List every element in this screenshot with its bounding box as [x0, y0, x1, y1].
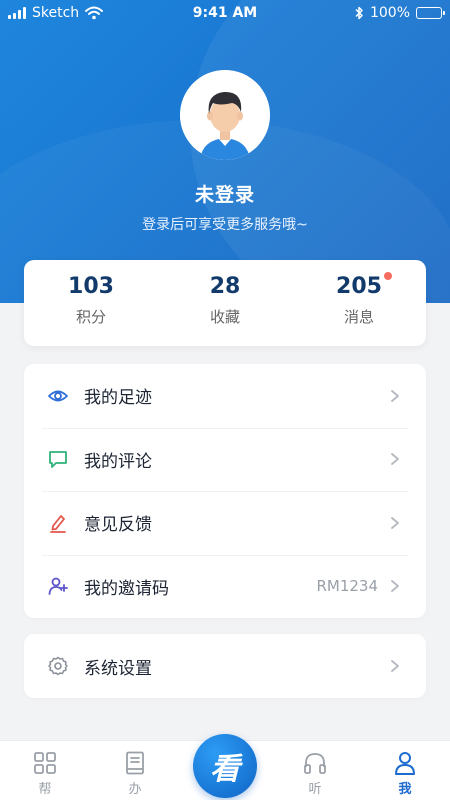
user-icon [395, 752, 415, 775]
avatar[interactable] [180, 70, 270, 160]
pencil-icon [46, 511, 70, 535]
center-logo-icon: 看 [210, 752, 240, 787]
user-avatar-icon [180, 70, 270, 160]
menu-item-settings[interactable]: 系统设置 [24, 634, 426, 698]
stat-label: 收藏 [209, 308, 240, 326]
menu-item-label: 我的评论 [84, 451, 152, 472]
stat-value: 28 [209, 274, 241, 299]
settings-card: 系统设置 [24, 634, 426, 698]
tab-help[interactable]: 帮 [0, 741, 90, 800]
chevron-right-icon [391, 453, 399, 466]
grid-icon [34, 752, 56, 774]
bluetooth-icon [355, 6, 363, 20]
center-logo-button[interactable]: 看 [193, 734, 257, 798]
comment-icon [46, 447, 70, 471]
chevron-right-icon [391, 389, 399, 402]
user-name[interactable]: 未登录 [0, 180, 450, 207]
chevron-right-icon [391, 660, 399, 672]
menu-item-label: 我的邀请码 [84, 578, 169, 599]
stat-messages[interactable]: 205 消息 [292, 260, 426, 346]
gear-icon [46, 654, 70, 678]
headphones-icon [304, 753, 326, 774]
stat-label: 消息 [343, 308, 374, 326]
battery-percent: 100% [369, 5, 410, 21]
menu-item-label: 系统设置 [84, 658, 152, 679]
stat-value: 205 [336, 274, 382, 299]
menu-item-label: 意见反馈 [84, 515, 152, 536]
add-user-icon [46, 574, 70, 598]
login-hint: 登录后可享受更多服务哦~ [142, 217, 308, 233]
stat-value: 103 [68, 274, 114, 299]
menu-card: 我的足迹 我的评论 意见反馈 我的邀请码 RM1234 [24, 364, 426, 618]
book-icon [126, 751, 144, 775]
status-time: 9:41 AM [192, 5, 258, 21]
chevron-right-icon [391, 516, 399, 529]
tab-label: 帮 [38, 782, 52, 797]
stat-points[interactable]: 103 积分 [24, 260, 158, 346]
menu-item-footprint[interactable]: 我的足迹 [24, 364, 426, 428]
tab-handle[interactable]: 办 [90, 741, 180, 800]
tab-me[interactable]: 我 [360, 741, 450, 800]
menu-item-invite-code[interactable]: 我的邀请码 RM1234 [24, 554, 426, 619]
invite-code-value: RM1234 [316, 577, 378, 596]
menu-item-label: 我的足迹 [84, 388, 152, 409]
stats-card: 103 积分 28 收藏 205 消息 [24, 260, 426, 346]
chevron-right-icon [391, 580, 399, 593]
carrier-label: Sketch [32, 5, 80, 21]
tab-label: 我 [398, 782, 412, 797]
unread-badge [383, 272, 392, 280]
stat-label: 积分 [75, 308, 106, 326]
battery-icon [416, 7, 445, 19]
status-bar: Sketch 9:41 AM 100% [0, 0, 450, 26]
stat-favorites[interactable]: 28 收藏 [158, 260, 292, 346]
menu-item-comments[interactable]: 我的评论 [24, 427, 426, 492]
eye-icon [46, 384, 70, 408]
signal-icon [8, 7, 26, 19]
wifi-icon [85, 6, 104, 20]
tab-label: 办 [128, 782, 142, 797]
tab-listen[interactable]: 听 [270, 741, 360, 800]
tab-label: 听 [308, 782, 322, 797]
menu-item-feedback[interactable]: 意见反馈 [24, 491, 426, 555]
